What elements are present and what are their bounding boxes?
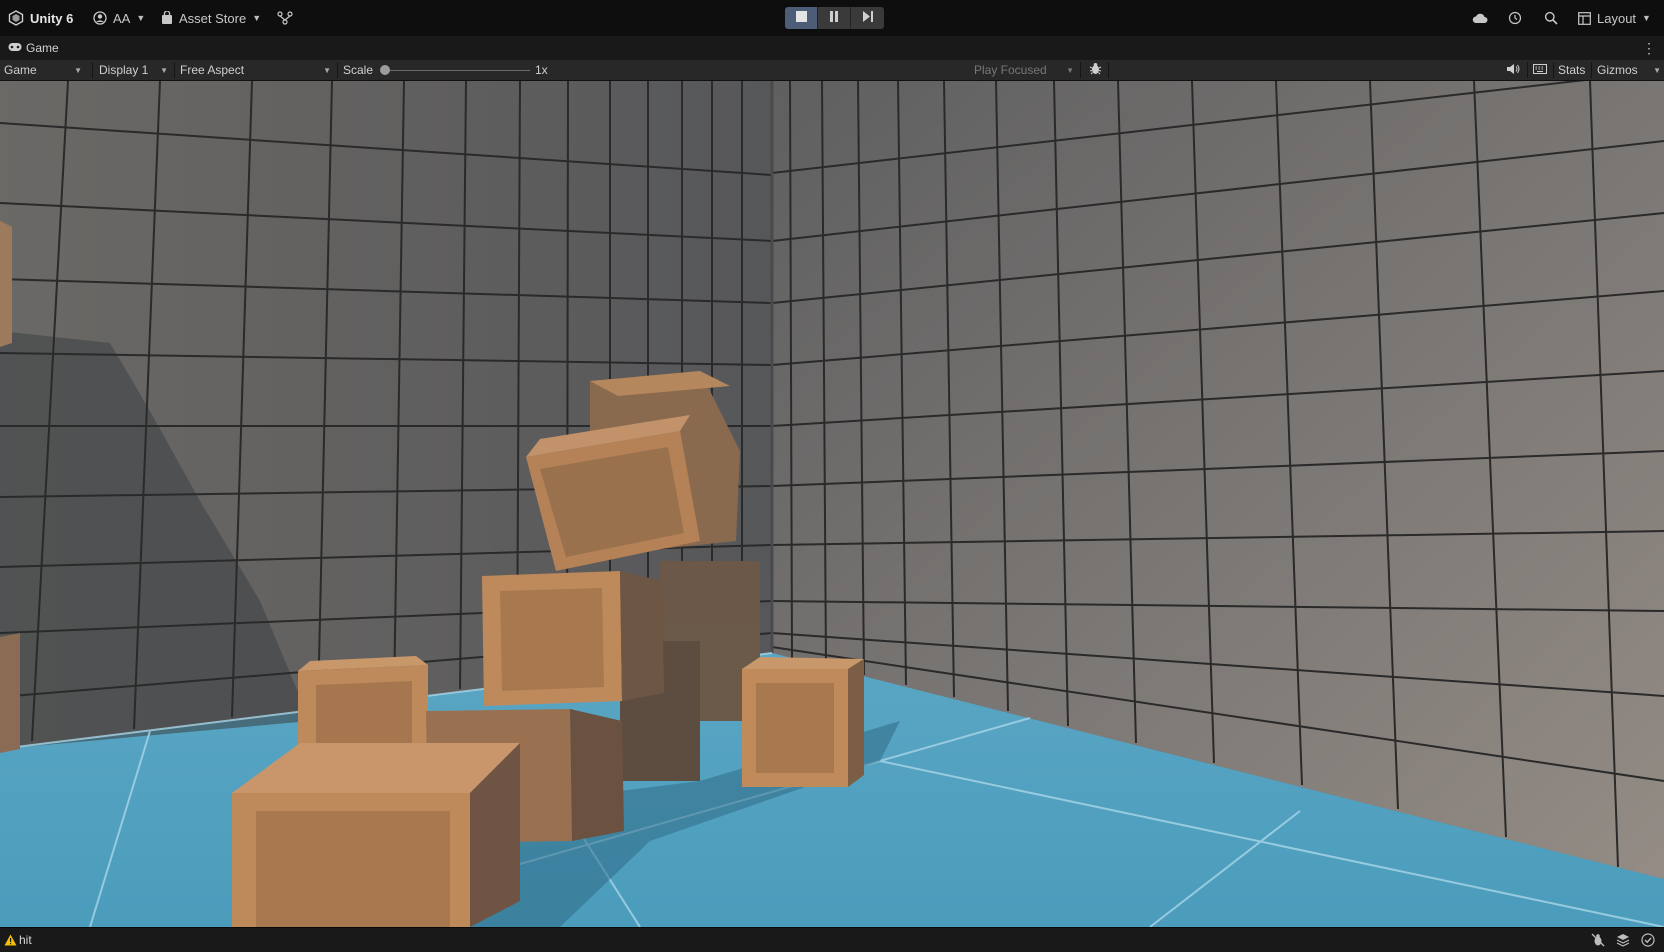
display-label: Display 1 <box>99 63 149 77</box>
history-icon <box>1508 11 1522 25</box>
version-control-button[interactable] <box>277 0 293 36</box>
scale-slider-handle[interactable] <box>380 65 390 75</box>
divider <box>92 62 93 78</box>
cloud-icon <box>1472 12 1488 24</box>
chevron-down-icon: ▼ <box>1642 13 1651 23</box>
step-icon <box>862 9 874 27</box>
asset-store-dropdown[interactable]: Asset Store ▼ <box>161 0 261 36</box>
scene-render <box>0 81 1664 927</box>
shortcuts-toggle[interactable] <box>1533 60 1547 80</box>
divider <box>1080 62 1081 78</box>
version-control-icon <box>277 11 293 25</box>
scale-label: Scale <box>343 63 374 77</box>
divider <box>1591 62 1592 78</box>
console-message[interactable]: hit <box>19 928 32 952</box>
layout-dropdown[interactable]: Layout ▼ <box>1578 0 1651 36</box>
divider <box>1553 62 1554 78</box>
search-icon <box>1544 11 1558 25</box>
account-icon <box>93 11 107 25</box>
unity-menu[interactable]: Unity 6 <box>8 0 73 36</box>
account-dropdown[interactable]: AA ▼ <box>93 0 145 36</box>
main-toolbar: Unity 6 AA ▼ Asset Store ▼ Layout ▼ <box>0 0 1664 36</box>
chevron-down-icon: ▼ <box>323 65 331 75</box>
account-label: AA <box>113 10 131 26</box>
gizmos-dropdown[interactable]: Gizmos ▼ <box>1597 60 1661 80</box>
keyboard-icon <box>1533 63 1547 77</box>
divider <box>1108 62 1109 78</box>
warning-icon <box>4 933 17 951</box>
game-tab-header: Game ⋮ <box>0 36 1664 61</box>
audio-toggle[interactable] <box>1506 60 1520 80</box>
scale-slider-track[interactable] <box>385 70 530 71</box>
chevron-down-icon: ▼ <box>160 65 168 75</box>
aspect-dropdown[interactable]: Free Aspect ▼ <box>180 60 335 80</box>
play-icon <box>795 9 807 27</box>
pause-button[interactable] <box>818 7 851 29</box>
unity-logo-icon <box>8 10 24 26</box>
asset-store-label: Asset Store <box>179 10 247 26</box>
tab-game-label: Game <box>26 41 59 55</box>
tab-game[interactable]: Game <box>8 36 59 60</box>
divider <box>174 62 175 78</box>
layout-label: Layout <box>1597 10 1637 26</box>
cloud-button[interactable] <box>1472 0 1488 36</box>
pause-icon <box>829 9 839 27</box>
play-mode-label: Play Focused <box>974 63 1047 77</box>
chevron-down-icon: ▼ <box>252 13 262 23</box>
play-controls <box>785 7 884 29</box>
search-button[interactable] <box>1544 0 1558 36</box>
step-button[interactable] <box>851 7 884 29</box>
history-button[interactable] <box>1508 0 1522 36</box>
game-controller-icon <box>8 41 22 55</box>
divider <box>1527 62 1528 78</box>
play-mode-dropdown[interactable]: Play Focused ▼ <box>974 60 1078 80</box>
chevron-down-icon: ▼ <box>1066 65 1074 75</box>
aspect-label: Free Aspect <box>180 63 245 77</box>
chevron-down-icon: ▼ <box>74 65 82 75</box>
layout-icon <box>1578 11 1591 25</box>
debug-off-icon[interactable] <box>1591 933 1605 952</box>
play-button[interactable] <box>785 7 818 29</box>
chevron-down-icon: ▼ <box>136 13 146 23</box>
frame-debugger-button[interactable] <box>1085 60 1105 80</box>
display-dropdown[interactable]: Display 1 ▼ <box>99 60 172 80</box>
more-icon[interactable]: ⋮ <box>1642 36 1656 60</box>
layers-icon[interactable] <box>1616 933 1630 952</box>
view-mode-dropdown[interactable]: Game ▼ <box>4 60 86 80</box>
asset-store-icon <box>161 11 173 25</box>
stats-toggle[interactable]: Stats <box>1558 60 1585 80</box>
divider <box>337 62 338 78</box>
check-circle-icon[interactable] <box>1641 933 1655 952</box>
game-view-toolbar: Game ▼ Display 1 ▼ Free Aspect ▼ Scale 1… <box>0 60 1664 81</box>
view-mode-label: Game <box>4 63 37 77</box>
scale-value: 1x <box>535 63 548 77</box>
audio-icon <box>1506 63 1520 78</box>
bug-icon <box>1089 62 1102 78</box>
gizmos-label: Gizmos <box>1597 63 1638 77</box>
unity-version-label: Unity 6 <box>30 10 74 26</box>
chevron-down-icon: ▼ <box>1653 65 1661 75</box>
status-bar: hit <box>0 927 1664 952</box>
game-viewport[interactable] <box>0 81 1664 927</box>
